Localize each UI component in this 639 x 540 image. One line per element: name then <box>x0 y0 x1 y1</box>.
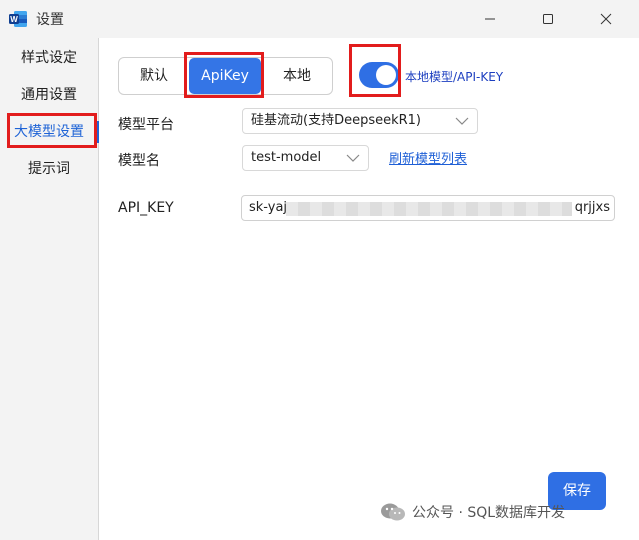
apikey-label: API_KEY <box>118 200 174 216</box>
watermark-text: 公众号 · SQL数据库开发 <box>412 505 566 521</box>
apikey-prefix: sk-yaj <box>249 200 288 215</box>
refresh-models-link[interactable]: 刷新模型列表 <box>389 148 467 167</box>
apikey-redaction <box>286 202 572 216</box>
platform-label: 模型平台 <box>118 117 174 133</box>
tab-local[interactable]: 本地 <box>261 58 333 94</box>
platform-select[interactable]: 硅基流动(支持DeepseekR1) <box>242 108 478 134</box>
sidebar-item-style[interactable]: 样式设定 <box>0 41 98 75</box>
word-app-icon: W <box>9 11 27 27</box>
main-panel: 默认 ApiKey 本地 本地模型/API-KEY 模型平台 硅基流动(支持De… <box>99 38 639 540</box>
model-select[interactable]: test-model <box>242 145 369 171</box>
mode-segmented-control: 默认 ApiKey 本地 <box>118 57 333 95</box>
title-bar: W 设置 <box>0 0 639 38</box>
sidebar-item-llm[interactable]: 大模型设置 <box>0 115 99 149</box>
toggle-knob <box>376 65 396 85</box>
sidebar-item-general[interactable]: 通用设置 <box>0 78 98 112</box>
model-label: 模型名 <box>118 153 160 169</box>
tab-default[interactable]: 默认 <box>119 58 189 94</box>
maximize-button[interactable] <box>536 8 560 30</box>
platform-select-value: 硅基流动(支持DeepseekR1) <box>251 113 422 128</box>
model-select-value: test-model <box>251 150 322 165</box>
minimize-icon <box>485 18 495 20</box>
close-icon <box>600 13 612 25</box>
watermark: 公众号 · SQL数据库开发 <box>380 502 565 522</box>
apikey-input[interactable]: sk-yaj qrjjxs <box>241 195 615 221</box>
settings-sidebar: 样式设定 通用设置 大模型设置 提示词 <box>0 38 99 540</box>
window-title: 设置 <box>36 12 64 28</box>
apikey-suffix: qrjjxs <box>574 200 610 215</box>
minimize-button[interactable] <box>478 8 502 30</box>
chevron-down-icon <box>455 117 469 125</box>
toggle-label: 本地模型/API-KEY <box>405 70 504 84</box>
sidebar-item-label: 大模型设置 <box>14 124 84 140</box>
svg-text:W: W <box>10 15 18 24</box>
local-model-toggle[interactable] <box>359 62 399 88</box>
tab-apikey[interactable]: ApiKey <box>189 58 261 94</box>
maximize-icon <box>543 14 553 24</box>
close-button[interactable] <box>594 8 618 30</box>
wechat-icon <box>381 503 405 521</box>
sidebar-item-prompt[interactable]: 提示词 <box>0 152 98 186</box>
chevron-down-icon <box>346 154 360 162</box>
